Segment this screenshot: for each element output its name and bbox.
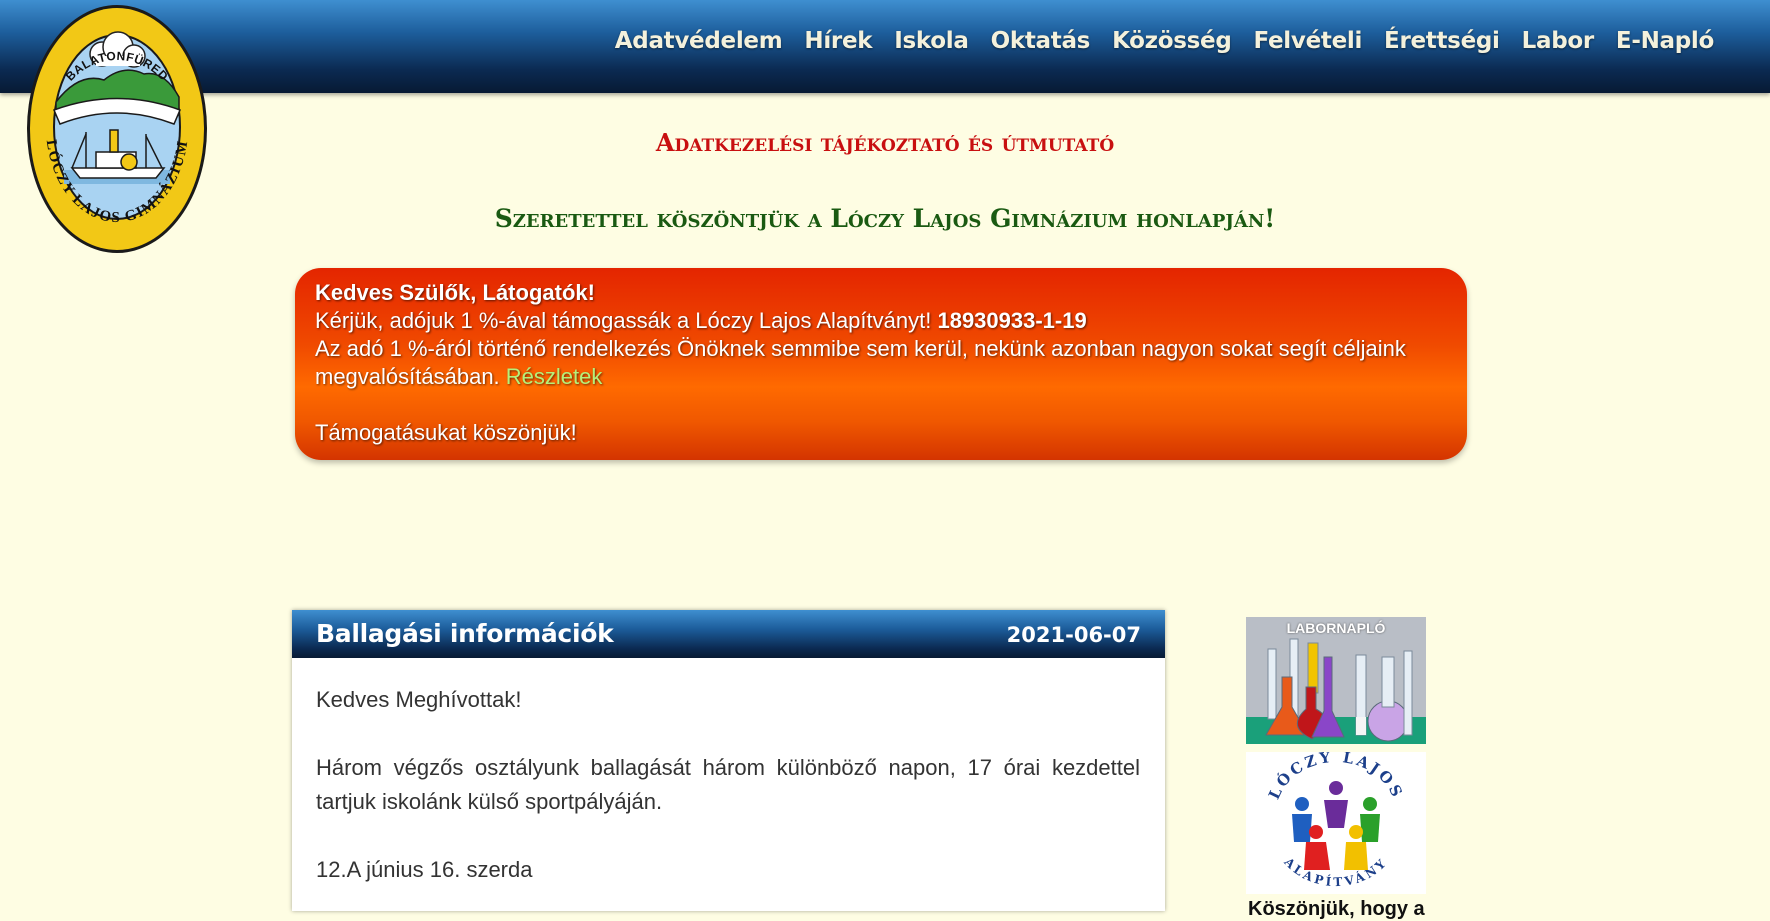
privacy-title[interactable]: Adatkezelési tájékoztató és útmutató [0,128,1770,157]
article-header: Ballagási információk 2021-06-07 [292,610,1165,658]
banner-line2: Az adó 1 %-áról történő rendelkezés Önök… [315,336,1406,389]
nav-item-labor[interactable]: Labor [1522,28,1595,54]
article-paragraph: 12.A június 16. szerda [316,857,533,882]
article-title[interactable]: Ballagási információk [316,619,614,648]
article-date: 2021-06-07 [1006,623,1141,647]
nav-item-oktatas[interactable]: Oktatás [991,28,1091,54]
news-article: Ballagási információk 2021-06-07 Kedves … [292,610,1165,911]
nav-item-kozosseg[interactable]: Közösség [1112,28,1232,54]
labornaplo-banner[interactable]: LABORNAPLÓ [1246,617,1426,744]
nav-item-iskola[interactable]: Iskola [894,28,969,54]
banner-details-link[interactable]: Részletek [506,364,603,389]
alapitvany-logo[interactable]: LÓCZY LAJOS ALAPÍTVÁNY [1246,752,1426,894]
top-navigation-bar: Adatvédelem Hírek Iskola Oktatás Közössé… [0,0,1770,93]
nav-item-hirek[interactable]: Hírek [804,28,872,54]
nav-item-enaplo[interactable]: E-Napló [1616,28,1714,54]
svg-text:ALAPÍTVÁNY: ALAPÍTVÁNY [1281,854,1391,889]
flask-icon [1246,617,1426,744]
article-paragraph: Kedves Meghívottak! [316,687,522,712]
nav-item-felveteli[interactable]: Felvételi [1254,28,1363,54]
banner-tax-number: 18930933-1-19 [937,308,1087,333]
foundation-caption: Köszönjük, hogy a [1248,898,1425,920]
article-paragraph: Három végzős osztályunk ballagását három… [316,755,1140,814]
welcome-title: Szeretettel köszöntjük a Lóczy Lajos Gim… [494,204,1276,233]
main-nav: Adatvédelem Hírek Iskola Oktatás Közössé… [593,28,1715,54]
banner-line1: Kérjük, adójuk 1 %-ával támogassák a Lóc… [315,308,932,333]
banner-greeting: Kedves Szülők, Látogatók! [315,280,595,305]
tax-donation-banner: Kedves Szülők, Látogatók! Kérjük, adójuk… [295,268,1467,460]
foundation-logo-icon: LÓCZY LAJOS ALAPÍTVÁNY [1265,752,1404,889]
nav-item-erettsegi[interactable]: Érettségi [1384,28,1500,54]
banner-thanks: Támogatásukat köszönjük! [315,420,577,445]
labornaplo-label: LABORNAPLÓ [1286,620,1386,636]
nav-item-adatvedelem[interactable]: Adatvédelem [615,28,783,54]
